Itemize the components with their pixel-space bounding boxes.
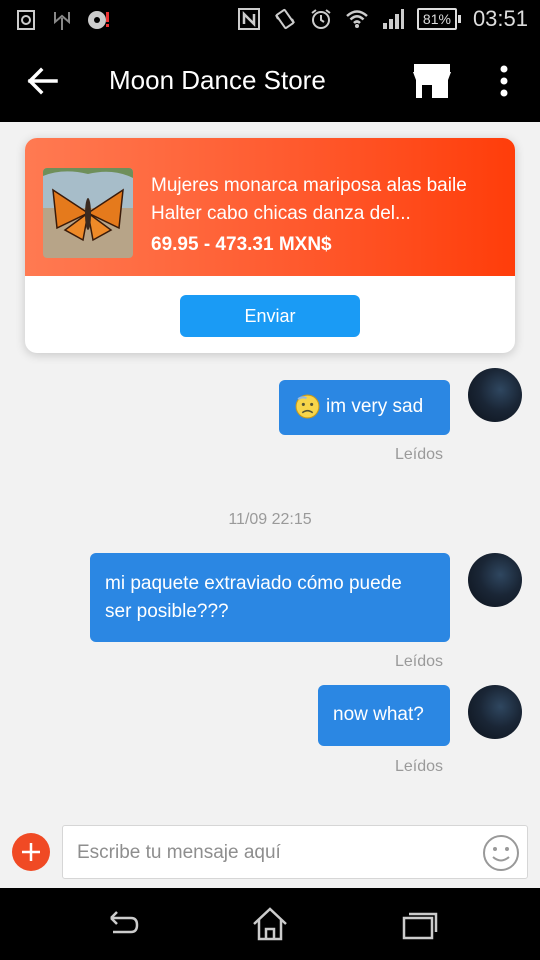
store-icon[interactable] [412,62,452,100]
plus-icon [22,843,40,861]
avatar[interactable] [468,553,522,607]
battery-level: 81% [416,8,457,30]
avatar[interactable] [468,685,522,739]
chat-area[interactable]: im very sad Leídos 11/09 22:15 mi paquet… [0,122,540,812]
page-title: Moon Dance Store [109,65,326,95]
more-vertical-icon[interactable] [492,62,516,100]
nfc-icon [237,8,260,30]
battery-icon: 81% [416,8,461,30]
recents-nav-icon[interactable] [400,904,440,944]
message-bubble[interactable]: now what? [318,685,450,746]
message-bubble[interactable]: im very sad [279,380,450,435]
emoji-icon[interactable] [481,833,521,873]
send-product-button[interactable]: Enviar [180,295,360,337]
clock: 03:51 [472,6,528,31]
alarm-icon [311,9,331,29]
system-nav-bar [0,888,540,960]
sad-face-emoji-icon [295,394,320,419]
message-text: mi paquete extraviado cómo puede ser pos… [105,573,402,622]
message-text: im very sad [326,396,424,417]
disc-alert-icon [88,11,109,29]
signal-icon [382,9,404,29]
back-arrow-icon[interactable] [24,62,62,100]
read-status: Leídos [395,758,444,775]
product-price: 69.95 - 473.31 MXN$ [151,234,332,255]
vibrate-icon [275,8,295,30]
message-input[interactable]: Escribe tu mensaje aquí [62,825,528,879]
back-nav-icon[interactable] [101,904,141,944]
input-bar: Escribe tu mensaje aquí [0,812,540,888]
product-image[interactable] [43,168,133,258]
home-nav-icon[interactable] [250,904,290,944]
product-header[interactable]: Mujeres monarca mariposa alas baile Halt… [25,138,515,276]
product-title[interactable]: Mujeres monarca mariposa alas baile Halt… [151,172,495,228]
wifi-icon [346,10,368,28]
add-attachment-button[interactable] [12,833,50,871]
product-card[interactable]: Mujeres monarca mariposa alas baile Halt… [25,138,515,353]
message-input-placeholder: Escribe tu mensaje aquí [77,842,281,863]
usb-icon [54,12,70,30]
status-bar: 81% 03:51 [0,0,540,40]
read-status: Leídos [395,653,444,670]
read-status: Leídos [395,446,444,463]
message-timestamp: 11/09 22:15 [228,511,312,528]
message-text: now what? [333,704,424,725]
app-header: Moon Dance Store [0,40,540,122]
screenshot-icon [17,10,35,30]
message-bubble[interactable]: mi paquete extraviado cómo puede ser pos… [90,553,450,642]
avatar[interactable] [468,368,522,422]
